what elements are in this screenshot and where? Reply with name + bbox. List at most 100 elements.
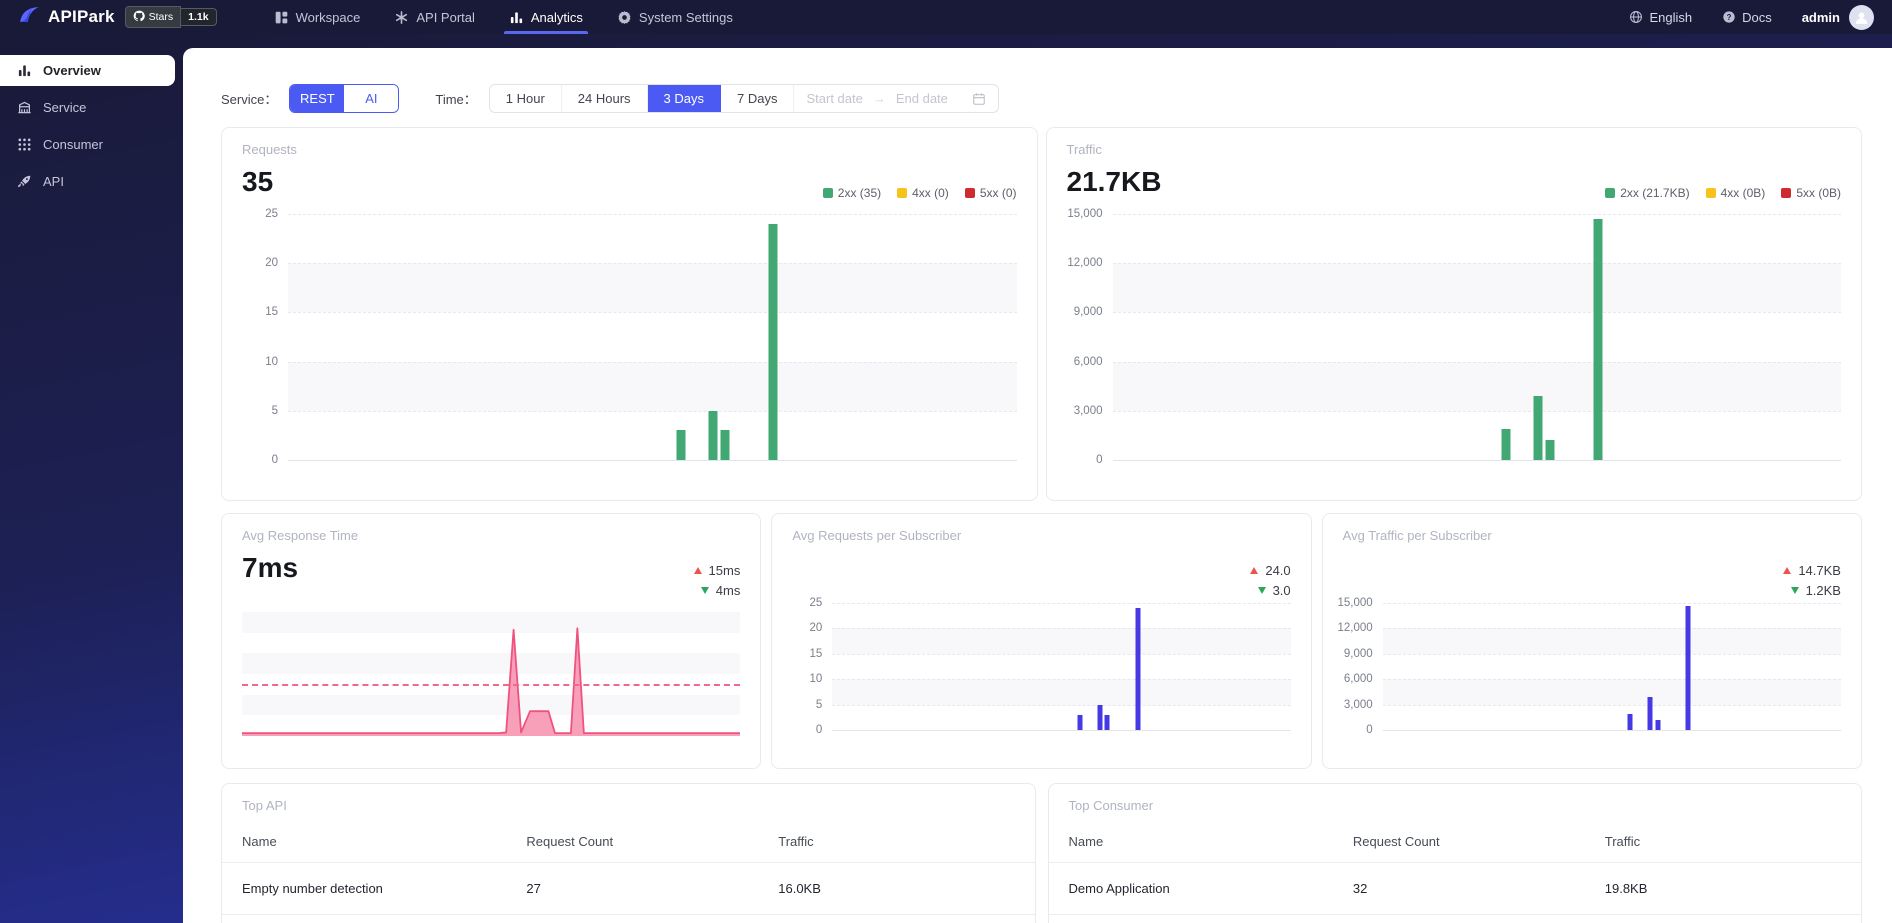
top-api-title: Top API	[242, 798, 287, 813]
service-toggle-ai[interactable]: AI	[344, 85, 399, 112]
sidebar-item-service[interactable]: Service	[0, 92, 175, 123]
plot-band	[832, 628, 1291, 654]
y-tick-label: 15	[265, 306, 278, 319]
requests-bar	[676, 430, 686, 460]
table-row: Empty number detection 27 16.0KB	[222, 862, 1035, 915]
row-2: Avg Response Time 7ms 15ms 4ms Avg Reque…	[221, 513, 1862, 769]
range-arrow: →	[872, 91, 886, 106]
start-date-placeholder[interactable]: Start date	[806, 91, 862, 106]
min-requests-per-subscriber: 3.0	[1272, 582, 1291, 598]
github-stars-badge[interactable]: Stars 1.1k	[124, 5, 217, 29]
gridline	[1112, 214, 1841, 215]
time-button-7-days[interactable]: 7 Days	[721, 85, 795, 112]
nav-item-api-portal[interactable]: API Portal	[377, 0, 492, 34]
y-tick-label: 15,000	[1337, 597, 1373, 609]
nav-item-workspace[interactable]: Workspace	[257, 0, 378, 34]
time-button-1-hour[interactable]: 1 Hour	[489, 85, 562, 112]
y-tick-label: 9,000	[1073, 306, 1103, 319]
table-cell: 32	[1332, 862, 1585, 915]
requests-bar	[720, 430, 730, 460]
calendar-icon	[972, 92, 986, 106]
y-tick-label: 12,000	[1067, 257, 1103, 270]
legend-item[interactable]: 2xx (35)	[822, 186, 882, 200]
x-axis-line	[832, 730, 1291, 731]
column-header: Request Count	[506, 821, 759, 863]
y-tick-label: 9,000	[1343, 647, 1373, 660]
github-stars-label: Stars	[148, 10, 174, 23]
main-nav: Workspace API Portal Analytics System Setti…	[257, 0, 750, 34]
requests_per_subscriber-bar	[1077, 714, 1083, 730]
traffic-y-axis: 15,000 12,000 9,000 6,000 3,000 0	[1067, 208, 1113, 466]
sidebar-item-overview[interactable]: Overview	[0, 55, 175, 86]
sidebar: Overview Service Consumer API	[0, 48, 183, 923]
brand[interactable]: APIPark	[18, 3, 115, 31]
plot-band	[1382, 628, 1841, 654]
y-tick-label: 10	[809, 673, 823, 686]
requests_per_subscriber-bar	[1104, 714, 1110, 730]
sidebar-item-consumer[interactable]: Consumer	[0, 129, 175, 160]
y-tick-label: 5	[815, 698, 823, 711]
column-header: Traffic	[1584, 821, 1861, 863]
x-axis-line	[1382, 730, 1841, 731]
gridline	[1382, 679, 1841, 681]
legend-item[interactable]: 5xx (0)	[964, 186, 1017, 200]
sidebar-item-api[interactable]: API	[0, 166, 175, 197]
gridline	[832, 653, 1291, 655]
legend-swatch	[1605, 188, 1616, 198]
globe-icon	[1629, 10, 1643, 24]
legend-item[interactable]: 2xx (21.7KB)	[1605, 186, 1690, 200]
sidebar-item-label: API	[43, 174, 64, 189]
avatar	[1849, 4, 1874, 30]
requests-per-subscriber-y-axis: 25 20 15 10 5 0	[792, 597, 832, 736]
gridline	[1382, 628, 1841, 630]
legend-item[interactable]: 5xx (0B)	[1781, 186, 1841, 200]
y-tick-label: 6,000	[1073, 355, 1103, 368]
gridline	[1112, 312, 1841, 314]
avg-response-time-value: 7ms	[242, 552, 299, 583]
gear-icon	[617, 10, 632, 25]
apipark-analytics-page: APIPark Stars 1.1k Workspace API Portal An…	[0, 0, 1892, 923]
column-header: Name	[222, 821, 507, 863]
date-range-picker[interactable]: Start date → End date	[794, 85, 997, 112]
traffic-bar	[1533, 396, 1543, 460]
requests-card: Requests 35 2xx (35) 4xx (0) 5xx (0) 25 20 1…	[221, 127, 1038, 501]
nav-item-system-settings[interactable]: System Settings	[600, 0, 750, 34]
sidebar-item-label: Service	[43, 100, 87, 115]
github-stars-count: 1.1k	[181, 7, 217, 27]
docs-link[interactable]: ? Docs	[1722, 10, 1772, 25]
language-selector[interactable]: English	[1629, 10, 1692, 25]
avg-response-time-card: Avg Response Time 7ms 15ms 4ms	[221, 513, 762, 769]
nav-item-analytics[interactable]: Analytics	[492, 0, 600, 34]
plot-band	[1112, 263, 1841, 313]
time-button-3-days[interactable]: 3 Days	[647, 85, 722, 112]
table-header-row: Name Request Count Traffic	[222, 821, 1035, 863]
requests-bar	[708, 410, 718, 460]
row-1: Requests 35 2xx (35) 4xx (0) 5xx (0) 25 20 1…	[221, 127, 1862, 501]
time-button-24-hours[interactable]: 24 Hours	[561, 85, 648, 112]
gridline	[1112, 361, 1841, 363]
legend-item[interactable]: 4xx (0B)	[1705, 186, 1765, 200]
service-toggle-rest[interactable]: REST	[290, 85, 345, 112]
nav-item-label: Workspace	[295, 9, 361, 25]
requests_per_subscriber-bar	[1135, 608, 1141, 730]
traffic_per_subscriber-bar	[1647, 696, 1653, 730]
legend-label: 2xx (35)	[837, 186, 882, 200]
min-response-time: 4ms	[715, 582, 741, 598]
legend-item[interactable]: 4xx (0)	[897, 186, 949, 200]
legend-swatch	[964, 188, 975, 198]
gridline	[832, 628, 1291, 630]
legend-label: 4xx (0)	[912, 186, 949, 200]
workspace-icon	[274, 10, 289, 25]
gridline	[288, 410, 1017, 412]
end-date-placeholder[interactable]: End date	[896, 91, 948, 106]
requests_per_subscriber-bar	[1097, 704, 1103, 730]
service-filter-label: Service：	[221, 92, 278, 107]
traffic-bar	[1545, 440, 1555, 460]
service-toggle: REST AI	[289, 84, 400, 113]
up-arrow-icon	[693, 566, 702, 574]
gridline	[1382, 704, 1841, 706]
legend-label: 5xx (0)	[979, 186, 1017, 200]
user-menu[interactable]: admin	[1802, 4, 1874, 30]
y-tick-label: 20	[265, 257, 278, 270]
table-cell: Empty number detection	[222, 862, 507, 915]
